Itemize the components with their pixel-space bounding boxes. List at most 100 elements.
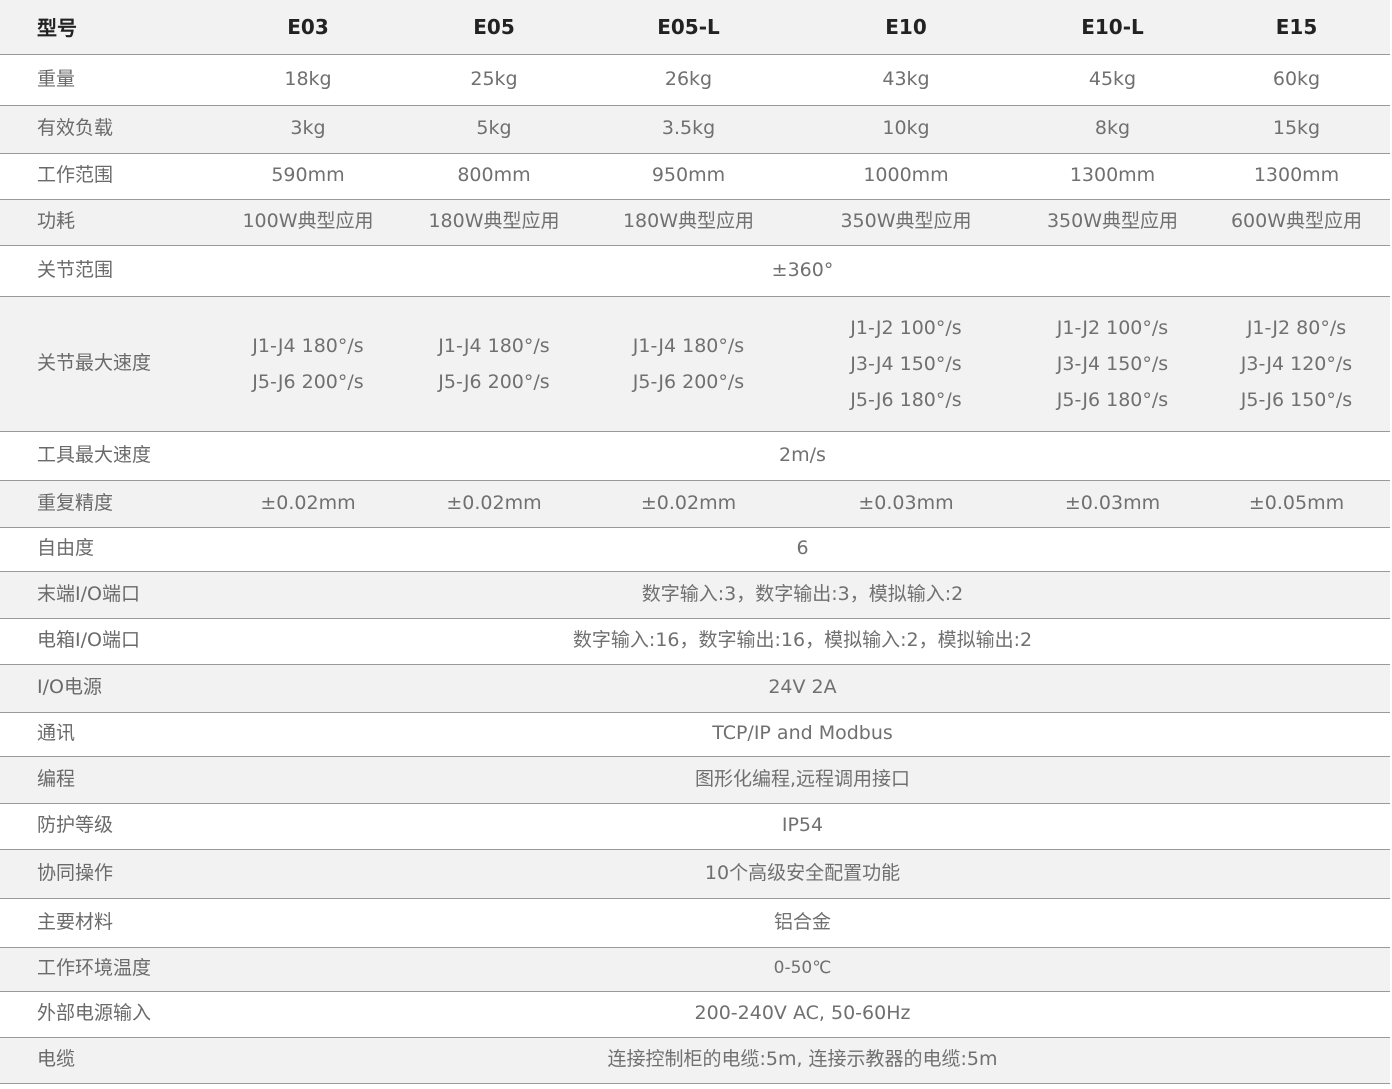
cell-value: ±0.03mm [1022,480,1203,528]
cell-value: J1-J2 100°/s J3-J4 150°/s J5-J6 180°/s [1022,296,1203,432]
speed-line: J1-J4 180°/s [252,334,364,357]
model-header: E05 [401,0,587,55]
cell-value: J1-J4 180°/s J5-J6 200°/s [587,296,790,432]
row-cable: 电缆 连接控制柜的电缆:5m, 连接示教器的电缆:5m [0,1037,1390,1084]
cell-value: 18kg [215,54,401,106]
cell-value: 600W典型应用 [1203,199,1390,246]
row-label: 末端I/O端口 [0,571,215,619]
speed-line: J3-J4 120°/s [1240,352,1353,375]
cell-value: 0-50℃ [215,947,1390,992]
cell-value: 25kg [401,54,587,106]
cell-value: 24V 2A [215,664,1390,713]
cell-value: ±0.02mm [215,480,401,528]
row-collab: 协同操作 10个高级安全配置功能 [0,849,1390,899]
cell-value: 1000mm [790,153,1022,200]
row-label: 功耗 [0,199,215,246]
cell-value: J1-J4 180°/s J5-J6 200°/s [401,296,587,432]
row-comm: 通讯 TCP/IP and Modbus [0,712,1390,757]
cell-value: J1-J2 80°/s J3-J4 120°/s J5-J6 150°/s [1203,296,1390,432]
row-label: 协同操作 [0,849,215,899]
header-row: 型号 E03 E05 E05-L E10 E10-L E15 [0,0,1390,55]
row-label: 工作范围 [0,153,215,200]
cell-value: 10kg [790,105,1022,154]
cell-value: 350W典型应用 [790,199,1022,246]
row-tool-io: 末端I/O端口 数字输入:3，数字输出:3，模拟输入:2 [0,571,1390,619]
cell-value: 180W典型应用 [401,199,587,246]
cell-value: 200-240V AC, 50-60Hz [215,991,1390,1038]
cell-value: 1300mm [1203,153,1390,200]
row-label: 编程 [0,756,215,804]
row-tool-speed: 工具最大速度 2m/s [0,431,1390,481]
speed-line: J5-J6 200°/s [252,370,364,393]
model-header: E10 [790,0,1022,55]
row-dof: 自由度 6 [0,527,1390,572]
row-label: 有效负载 [0,105,215,154]
row-temp: 工作环境温度 0-50℃ [0,947,1390,992]
row-label: 工具最大速度 [0,431,215,481]
cell-value: 8kg [1022,105,1203,154]
speed-line: J5-J6 180°/s [850,388,962,411]
row-label: 自由度 [0,527,215,572]
row-label: 电缆 [0,1037,215,1084]
row-io-power: I/O电源 24V 2A [0,664,1390,713]
row-programming: 编程 图形化编程,远程调用接口 [0,756,1390,804]
cell-value: 43kg [790,54,1022,106]
cell-value: 2m/s [215,431,1390,481]
row-label: 通讯 [0,712,215,757]
cell-value: 350W典型应用 [1022,199,1203,246]
cell-value: ±0.05mm [1203,480,1390,528]
row-label: 重复精度 [0,480,215,528]
row-label: 重量 [0,54,215,106]
cell-value: 连接控制柜的电缆:5m, 连接示教器的电缆:5m [215,1037,1390,1084]
row-weight: 重量 18kg 25kg 26kg 43kg 45kg 60kg [0,54,1390,106]
cell-value: TCP/IP and Modbus [215,712,1390,757]
cell-value: ±0.02mm [401,480,587,528]
cell-value: ±0.02mm [587,480,790,528]
row-label: 外部电源输入 [0,991,215,1038]
row-label: 电箱I/O端口 [0,618,215,665]
cell-value: 铝合金 [215,898,1390,948]
speed-line: J1-J2 80°/s [1246,316,1347,339]
row-joint-speed: 关节最大速度 J1-J4 180°/s J5-J6 200°/s J1-J4 1… [0,296,1390,432]
speed-line: J5-J6 150°/s [1240,388,1353,411]
speed-line: J1-J4 180°/s [438,334,550,357]
cell-value: 5kg [401,105,587,154]
cell-value: 45kg [1022,54,1203,106]
cell-value: ±360° [215,245,1390,297]
row-power: 功耗 100W典型应用 180W典型应用 180W典型应用 350W典型应用 3… [0,199,1390,246]
row-box-io: 电箱I/O端口 数字输入:16，数字输出:16，模拟输入:2，模拟输出:2 [0,618,1390,665]
cell-value: 800mm [401,153,587,200]
spec-table: 型号 E03 E05 E05-L E10 E10-L E15 重量 18kg 2… [0,0,1390,1084]
row-reach: 工作范围 590mm 800mm 950mm 1000mm 1300mm 130… [0,153,1390,200]
speed-line: J5-J6 180°/s [1056,388,1169,411]
cell-value: 6 [215,527,1390,572]
row-material: 主要材料 铝合金 [0,898,1390,948]
model-header: E03 [215,0,401,55]
speed-line: J1-J2 100°/s [850,316,962,339]
cell-value: 180W典型应用 [587,199,790,246]
cell-value: 100W典型应用 [215,199,401,246]
speed-line: J3-J4 150°/s [850,352,962,375]
row-label: 关节范围 [0,245,215,297]
row-label: 主要材料 [0,898,215,948]
speed-line: J5-J6 200°/s [632,370,745,393]
cell-value: 10个高级安全配置功能 [215,849,1390,899]
cell-value: J1-J4 180°/s J5-J6 200°/s [215,296,401,432]
row-ip-rating: 防护等级 IP54 [0,803,1390,850]
model-header: E05-L [587,0,790,55]
row-payload: 有效负载 3kg 5kg 3.5kg 10kg 8kg 15kg [0,105,1390,154]
speed-line: J5-J6 200°/s [438,370,550,393]
cell-value: 3kg [215,105,401,154]
cell-value: 数字输入:16，数字输出:16，模拟输入:2，模拟输出:2 [215,618,1390,665]
row-label: I/O电源 [0,664,215,713]
speed-line: J1-J4 180°/s [632,334,745,357]
row-label: 工作环境温度 [0,947,215,992]
cell-value: J1-J2 100°/s J3-J4 150°/s J5-J6 180°/s [790,296,1022,432]
cell-value: 1300mm [1022,153,1203,200]
row-label: 防护等级 [0,803,215,850]
cell-value: ±0.03mm [790,480,1022,528]
row-label: 关节最大速度 [0,296,215,432]
speed-line: J1-J2 100°/s [1056,316,1169,339]
cell-value: 60kg [1203,54,1390,106]
cell-value: 图形化编程,远程调用接口 [215,756,1390,804]
